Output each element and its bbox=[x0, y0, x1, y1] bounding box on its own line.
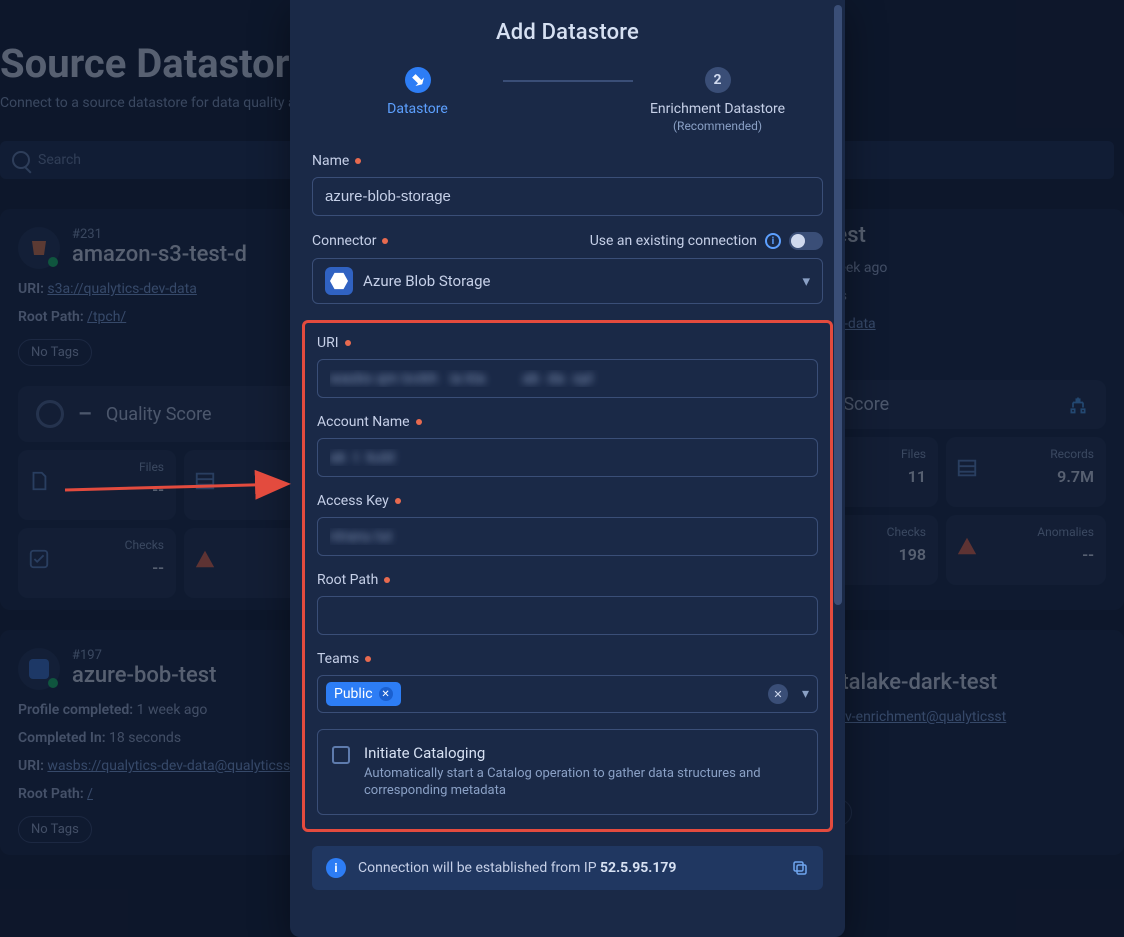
info-icon: i bbox=[326, 858, 346, 878]
highlighted-fields-group: URI Account Name Access Key Root Path Te… bbox=[302, 320, 833, 832]
uri-label: URI bbox=[317, 335, 818, 351]
connector-label: Connector bbox=[312, 233, 388, 249]
required-dot-icon bbox=[365, 656, 371, 662]
initiate-cataloging-option[interactable]: Initiate Cataloging Automatically start … bbox=[317, 729, 818, 815]
required-dot-icon bbox=[384, 577, 390, 583]
add-datastore-modal: Add Datastore Datastore 2 Enrichment Dat… bbox=[290, 0, 845, 937]
uri-input[interactable] bbox=[317, 359, 818, 398]
chevron-down-icon: ▾ bbox=[802, 272, 810, 290]
required-dot-icon bbox=[395, 498, 401, 504]
teams-label: Teams bbox=[317, 651, 818, 667]
catalog-checkbox[interactable] bbox=[332, 746, 350, 764]
pencil-icon bbox=[405, 67, 431, 93]
required-dot-icon bbox=[355, 158, 361, 164]
name-input[interactable] bbox=[312, 177, 823, 216]
connector-select[interactable]: Azure Blob Storage ▾ bbox=[312, 258, 823, 304]
access-key-label: Access Key bbox=[317, 493, 818, 509]
clear-all-icon[interactable]: ✕ bbox=[768, 684, 788, 704]
required-dot-icon bbox=[416, 419, 422, 425]
required-dot-icon bbox=[382, 238, 388, 244]
wizard-stepper: Datastore 2 Enrichment Datastore (Recomm… bbox=[312, 67, 823, 133]
step-datastore[interactable]: Datastore bbox=[333, 67, 503, 117]
modal-title: Add Datastore bbox=[312, 20, 823, 45]
existing-connection-toggle[interactable] bbox=[789, 232, 823, 250]
azure-blob-icon bbox=[325, 267, 353, 295]
modal-scrollbar[interactable] bbox=[832, 3, 842, 933]
step-connector-line bbox=[503, 80, 633, 82]
account-name-label: Account Name bbox=[317, 414, 818, 430]
connection-ip: 52.5.95.179 bbox=[600, 860, 676, 876]
access-key-input[interactable] bbox=[317, 517, 818, 556]
existing-connection-label: Use an existing connection bbox=[590, 233, 757, 249]
step-enrichment[interactable]: 2 Enrichment Datastore (Recommended) bbox=[633, 67, 803, 133]
name-label: Name bbox=[312, 153, 823, 169]
root-path-label: Root Path bbox=[317, 572, 818, 588]
team-chip[interactable]: Public ✕ bbox=[326, 682, 401, 706]
chevron-down-icon: ▾ bbox=[802, 686, 809, 702]
required-dot-icon bbox=[345, 340, 351, 346]
account-name-input[interactable] bbox=[317, 438, 818, 477]
teams-select[interactable]: Public ✕ ✕ ▾ bbox=[317, 675, 818, 713]
connection-info-bar: i Connection will be established from IP… bbox=[312, 846, 823, 890]
copy-icon[interactable] bbox=[791, 859, 809, 877]
remove-chip-icon[interactable]: ✕ bbox=[379, 687, 393, 701]
info-icon[interactable]: i bbox=[765, 233, 781, 249]
root-path-input[interactable] bbox=[317, 596, 818, 635]
